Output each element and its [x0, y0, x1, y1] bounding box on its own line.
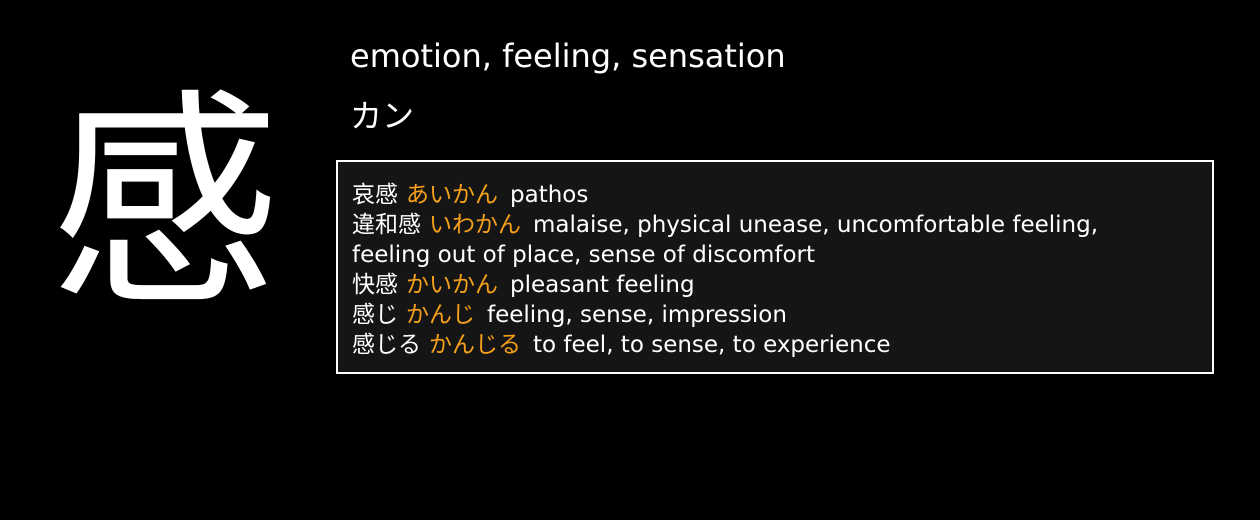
vocab-gloss: to feel, to sense, to experience	[533, 332, 891, 358]
vocab-gloss: pathos	[510, 182, 589, 208]
vocab-gloss: pleasant feeling	[510, 272, 695, 298]
vocab-word: 感じる	[352, 332, 421, 358]
vocabulary-box: 哀感 あいかん pathos 違和感 いわかん malaise, physical un…	[336, 160, 1214, 374]
vocab-gloss-continuation: feeling out of place, sense of discomfor…	[352, 242, 815, 268]
vocab-word: 哀感	[352, 182, 398, 208]
vocab-word: 違和感	[352, 212, 421, 238]
vocab-item: 感じ かんじ feeling, sense, impression	[352, 300, 1200, 330]
vocab-kana: かいかん	[406, 272, 498, 298]
vocab-kana: あいかん	[406, 182, 498, 208]
kanji-reading: カン	[350, 97, 415, 135]
vocab-kana: いわかん	[429, 212, 521, 238]
vocab-item-continuation: feeling out of place, sense of discomfor…	[352, 240, 1200, 270]
vocab-item: 違和感 いわかん malaise, physical unease, uncomfo…	[352, 210, 1200, 240]
vocab-item: 哀感 あいかん pathos	[352, 180, 1200, 210]
vocab-word: 感じ	[352, 302, 398, 328]
vocab-word: 快感	[352, 272, 398, 298]
vocab-item: 快感 かいかん pleasant feeling	[352, 270, 1200, 300]
vocab-kana: かんじる	[429, 332, 521, 358]
vocab-gloss: feeling, sense, impression	[487, 302, 787, 328]
vocab-kana: かんじ	[406, 302, 475, 328]
vocab-item: 感じる かんじる to feel, to sense, to experience	[352, 330, 1200, 360]
kanji-meaning: emotion, feeling, sensation	[350, 37, 786, 75]
kanji-character: 感	[49, 71, 280, 338]
vocab-gloss: malaise, physical unease, uncomfortable …	[533, 212, 1099, 238]
